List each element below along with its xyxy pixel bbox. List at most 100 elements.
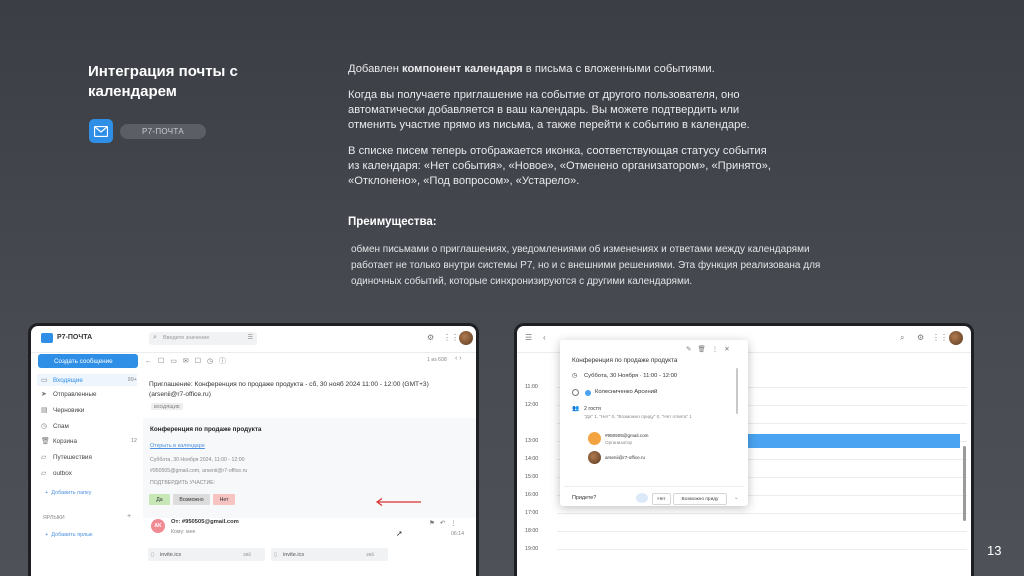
grid-line	[557, 549, 967, 550]
time-label: 13:00	[525, 438, 539, 444]
message-action-icons[interactable]: ⚑↶⋮	[429, 519, 462, 527]
chevron-left-icon[interactable]: ‹	[543, 333, 546, 342]
apps-grid-icon[interactable]: ⋮⋮	[443, 333, 459, 342]
invitation-date: Суббота, 30 Ноября 2024, 11:00 - 12:00	[150, 457, 245, 463]
guest-avatar	[588, 451, 601, 464]
folder-travel[interactable]: ▱ Путешествия	[41, 453, 137, 462]
add-folder-button[interactable]: + Добавить папку	[45, 490, 91, 496]
folder-trash[interactable]: 🗑 Корзина 12	[41, 437, 137, 446]
user-avatar[interactable]	[949, 331, 963, 345]
popup-divider	[564, 486, 744, 487]
spam-icon: ◷	[41, 423, 48, 430]
folder-spam[interactable]: ◷ Спам	[41, 422, 137, 431]
folder-icon: ▱	[41, 454, 47, 461]
calendar-icon	[572, 389, 579, 396]
popup-event-date: Суббота, 30 Ноября · 11:00 - 12:00	[584, 373, 678, 379]
guest-avatar	[588, 432, 601, 445]
message-toolbar-icons[interactable]: ←☐▭✉☐◷ⓘ	[145, 356, 232, 366]
file-icon: ▯	[274, 551, 278, 558]
time-label: 17:00	[525, 510, 539, 516]
search-icon[interactable]: ⌕	[900, 333, 904, 343]
pager-arrows[interactable]: ‹ ›	[455, 355, 462, 362]
mail-logo-text: Р7-ПОЧТА	[57, 334, 93, 341]
rsvp-no-button[interactable]: Нет	[652, 493, 671, 505]
invitation-title: Конференция по продаже продукта	[150, 426, 262, 433]
rsvp-yes-cursor-icon[interactable]	[636, 493, 648, 503]
add-label-plus-icon[interactable]: +	[127, 513, 131, 520]
guests-count: 2 гостя	[584, 406, 601, 412]
app-label: Р7-ПОЧТА	[120, 124, 206, 139]
paragraph-invitation: Когда вы получаете приглашение на событи…	[348, 89, 750, 131]
calendar-screenshot: ☰ ‹ ⌕ ⚙ ⋮⋮ 11:00 12:00 13:00 14:00 15:00…	[514, 323, 974, 576]
chevron-down-icon[interactable]: ⌄	[734, 495, 739, 501]
rsvp-no-button[interactable]: Нет	[213, 494, 235, 505]
time-label: 11:00	[525, 384, 538, 390]
attachment-item[interactable]: ▯ invite.ics 2Кб	[148, 548, 265, 561]
menu-icon[interactable]: ☰	[525, 333, 532, 342]
event-popup: ✎🗑⋮✕ Конференция по продаже продукта ◷ С…	[560, 340, 748, 506]
recipient-text: Кому: мне	[171, 529, 196, 535]
inbox-tag[interactable]: ВХОДЯЩИЕ	[151, 403, 183, 410]
paragraph-status-icon: В списке писем теперь отображается иконк…	[348, 145, 771, 187]
gear-icon[interactable]: ⚙	[917, 333, 924, 342]
red-arrow-annotation	[375, 498, 421, 506]
draft-icon: ▤	[41, 407, 48, 414]
scrollbar[interactable]	[963, 446, 966, 521]
attachment-item[interactable]: ▯ invite.ics 2Кб	[271, 548, 388, 561]
user-avatar[interactable]	[459, 331, 473, 345]
search-input[interactable]: ⌕ Введите значение ☰	[149, 332, 257, 345]
message-time: 06:14	[451, 531, 464, 537]
popup-action-icons[interactable]: ✎🗑⋮✕	[686, 345, 736, 353]
time-label: 16:00	[525, 492, 539, 498]
guest-email: arsenii@r7-office.ru	[605, 455, 646, 460]
grid-line	[557, 531, 967, 532]
grid-line	[557, 513, 967, 514]
invitation-attendees: #950505@gmail.com, arsenii@r7-office.ru	[150, 468, 248, 474]
rsvp-maybe-button[interactable]: Возможно	[173, 494, 210, 505]
folder-inbox[interactable]: ▭ Входящие 99+	[37, 374, 137, 386]
time-label: 15:00	[525, 474, 539, 480]
open-in-calendar-link[interactable]: Открыть в календаре	[150, 443, 205, 449]
folder-drafts[interactable]: ▤ Черновики	[41, 406, 137, 415]
inbox-icon: ▭	[41, 377, 48, 384]
advantages-text: обмен письмами о приглашениях, уведомлен…	[351, 244, 821, 287]
page-number: 13	[987, 543, 1002, 558]
confirm-label: ПОДТВЕРДИТЬ УЧАСТИЕ:	[150, 480, 216, 486]
popup-organizer: Колесниченко Арсений	[595, 389, 658, 395]
apps-grid-icon[interactable]: ⋮⋮	[932, 333, 948, 342]
folder-sent[interactable]: ➤ Отправленные	[41, 390, 137, 399]
mail-app-icon	[89, 119, 113, 143]
mail-topbar: Р7-ПОЧТА ⌕ Введите значение ☰ ⚙ ⋮⋮	[31, 326, 476, 353]
time-label: 19:00	[525, 546, 539, 552]
trash-icon: 🗑	[41, 438, 50, 445]
invitation-card: Конференция по продаже продукта Открыть …	[143, 418, 476, 518]
pager-text: 1 из 608	[427, 357, 447, 363]
calendar-color-dot	[585, 390, 591, 396]
message-subject: Приглашение: Конференция по продаже прод…	[149, 381, 429, 398]
paragraph-intro: Добавлен компонент календаря в письма с …	[348, 63, 715, 75]
search-icon: ⌕	[153, 334, 157, 341]
will-you-come-label: Придете?	[572, 495, 597, 501]
labels-section-title: ЯРЛЫКИ	[43, 515, 65, 521]
rsvp-maybe-button[interactable]: Возможно приду	[673, 493, 727, 505]
guests-icon: 👥	[572, 406, 580, 412]
add-label-button[interactable]: + Добавить ярлык	[45, 532, 93, 538]
rsvp-yes-button[interactable]: Да	[149, 494, 170, 505]
calendar-event-block[interactable]	[745, 434, 960, 448]
mail-logo-icon	[41, 333, 53, 343]
folder-icon: ▱	[41, 470, 47, 477]
time-label: 14:00	[525, 456, 539, 462]
popup-scrollbar[interactable]	[736, 368, 738, 414]
time-label: 18:00	[525, 528, 539, 534]
mail-screenshot: Р7-ПОЧТА ⌕ Введите значение ☰ ⚙ ⋮⋮ Созда…	[28, 323, 479, 576]
file-icon: ▯	[151, 551, 155, 558]
time-label: 12:00	[525, 402, 539, 408]
folder-outbox[interactable]: ▱ outbox	[41, 469, 137, 478]
guest-email: #950505@gmail.com	[605, 433, 649, 438]
filter-icon[interactable]: ☰	[248, 334, 253, 341]
compose-button[interactable]: Создать сообщение	[38, 354, 138, 368]
mouse-cursor-icon: ➚	[396, 529, 403, 538]
gear-icon[interactable]: ⚙	[427, 333, 434, 342]
guests-summary: "Да" 1, "Нет" 0, "Возможно приду" 0, "Не…	[584, 414, 692, 419]
advantages-title: Преимущества:	[348, 216, 437, 228]
